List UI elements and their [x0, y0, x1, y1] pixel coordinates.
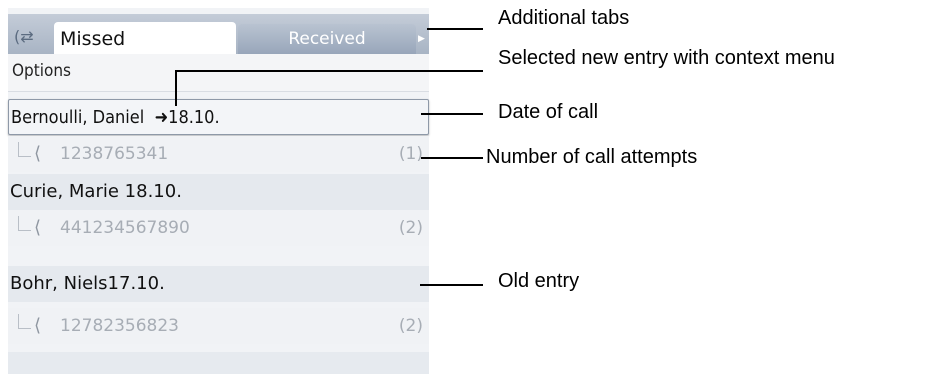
call-entry-number-row[interactable]: ⟨ 1238765341 (1) [8, 136, 429, 172]
annotation-date-of-call: Date of call [498, 101, 599, 123]
call-date: 18.10. [168, 107, 220, 128]
caller-name: Bohr, Niels [10, 273, 108, 294]
options-menu[interactable]: Options [8, 54, 429, 92]
tab-bar: (⇄ Missed Received ▶ [8, 14, 429, 54]
phone-number: 441234567890 [60, 218, 190, 238]
call-entry-bohr[interactable]: Bohr, Niels17.10. [8, 266, 429, 302]
annotation-selected-entry: Selected new entry with context menu [498, 47, 835, 69]
arrow-icon: ➜ [149, 107, 169, 128]
annotation-line-date [421, 113, 483, 115]
call-entry-bernoulli[interactable]: Bernoulli, Daniel ➜18.10. [8, 99, 429, 135]
annotation-line-selected [175, 70, 483, 72]
call-entry-curie[interactable]: Curie, Marie 18.10. [8, 174, 429, 210]
annotation-old-entry: Old entry [498, 270, 580, 292]
list-footer [8, 352, 429, 374]
call-date: 17.10. [107, 273, 165, 294]
tree-connector [18, 314, 31, 329]
tree-connector [18, 142, 31, 157]
annotation-line-old-entry [420, 284, 483, 286]
phone-number: 12782356823 [60, 316, 179, 336]
phone-icon: ⟨ [34, 217, 42, 238]
call-attempts: (1) [398, 144, 423, 164]
annotation-additional-tabs: Additional tabs [498, 7, 630, 29]
phone-icon: ⟨ [34, 143, 42, 164]
phone-number: 1238765341 [60, 144, 169, 164]
tab-scroll-right-icon[interactable]: ▶ [418, 28, 426, 50]
annotation-line-attempts [421, 157, 483, 159]
tab-received[interactable]: Received [238, 24, 416, 54]
call-date: 18.10. [124, 181, 182, 202]
caller-name: Bernoulli, Daniel [11, 107, 145, 128]
call-attempts: (2) [398, 218, 423, 238]
tab-missed[interactable]: Missed [54, 22, 236, 54]
tree-connector [18, 216, 31, 231]
call-entry-number-row[interactable]: ⟨ 441234567890 (2) [8, 210, 429, 246]
phone-icon: ⟨ [34, 315, 42, 336]
annotation-line-selected-vertical [175, 70, 177, 106]
annotation-call-attempts: Number of call attempts [486, 146, 698, 168]
call-list-icon: (⇄ [14, 27, 34, 46]
phone-screen: (⇄ Missed Received ▶ Options Bernoulli, … [8, 8, 429, 374]
call-attempts: (2) [398, 316, 423, 336]
call-entry-number-row[interactable]: ⟨ 12782356823 (2) [8, 308, 429, 344]
annotation-line-tabs [427, 28, 483, 30]
caller-name: Curie, Marie [10, 181, 119, 202]
